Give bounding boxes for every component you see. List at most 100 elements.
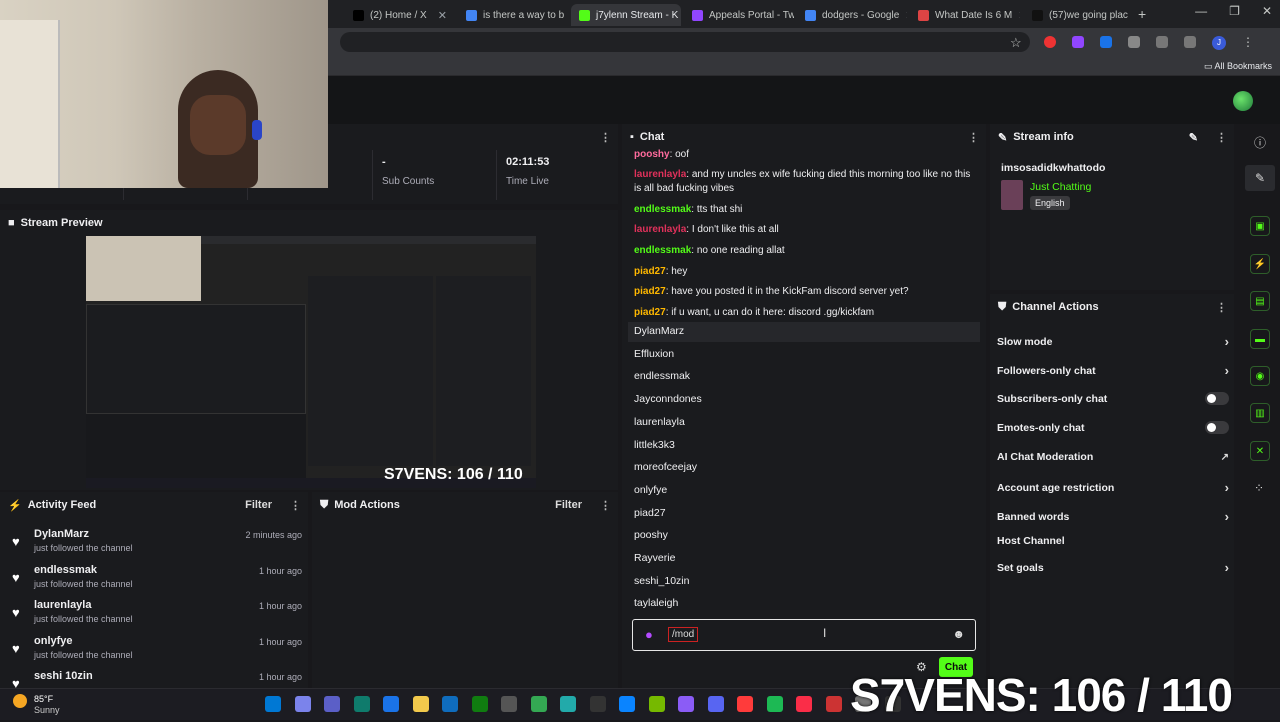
- channel-action-followers-only-chat[interactable]: Followers-only chat›: [997, 363, 1229, 378]
- mention-suggestion[interactable]: endlessmak: [634, 370, 690, 382]
- more-options-icon[interactable]: ⋮: [968, 131, 978, 144]
- discord-icon[interactable]: [708, 696, 724, 712]
- spotify-icon[interactable]: [767, 696, 783, 712]
- apps-icon[interactable]: ⁘: [1254, 481, 1264, 495]
- more-options-icon[interactable]: ⋮: [600, 499, 610, 512]
- bookmark-star-icon[interactable]: ☆: [1010, 35, 1022, 51]
- channel-action-emotes-only-chat[interactable]: Emotes-only chat: [997, 421, 1229, 434]
- extension-icon[interactable]: [1100, 36, 1112, 48]
- tab-close-icon[interactable]: ✕: [905, 9, 907, 22]
- all-bookmarks[interactable]: ▭ All Bookmarks: [1204, 61, 1272, 72]
- edge-icon[interactable]: [354, 696, 370, 712]
- more-options-icon[interactable]: ⋮: [290, 499, 300, 512]
- more-options-icon[interactable]: ⋮: [600, 131, 610, 144]
- app-icon[interactable]: [737, 696, 753, 712]
- more-options-icon[interactable]: ⋮: [1216, 131, 1226, 144]
- emoji-icon[interactable]: ☻: [952, 627, 965, 641]
- mention-suggestion[interactable]: seshi_10zin: [634, 575, 689, 587]
- outlook-icon[interactable]: [442, 696, 458, 712]
- toggle-switch[interactable]: [1205, 392, 1229, 405]
- stream-preview-video[interactable]: S7VENS: 106 / 110: [86, 236, 536, 488]
- extension-icon[interactable]: [1072, 36, 1084, 48]
- mention-suggestion[interactable]: taylaleigh: [634, 597, 678, 609]
- app-icon[interactable]: [590, 696, 606, 712]
- tools-icon[interactable]: ✕: [1250, 441, 1270, 461]
- category-name[interactable]: Just Chatting: [1030, 181, 1091, 193]
- chrome-icon[interactable]: [531, 696, 547, 712]
- mention-suggestion[interactable]: Effluxion: [634, 348, 674, 360]
- channel-action-ai-chat-moderation[interactable]: AI Chat Moderation↗: [997, 451, 1229, 463]
- reading-list-icon[interactable]: [1184, 36, 1196, 48]
- puzzle-icon[interactable]: [1128, 36, 1140, 48]
- mention-suggestion[interactable]: littlek3k3: [634, 439, 675, 451]
- channel-action-account-age-restriction[interactable]: Account age restriction›: [997, 480, 1229, 495]
- app-icon[interactable]: [678, 696, 694, 712]
- tab-close-icon[interactable]: ✕: [1018, 9, 1020, 22]
- edge-browser-icon[interactable]: [383, 696, 399, 712]
- chat-icon[interactable]: ▬: [1250, 329, 1270, 349]
- user-avatar[interactable]: [1233, 91, 1253, 111]
- channel-action-subscribers-only-chat[interactable]: Subscribers-only chat: [997, 392, 1229, 405]
- chat-username[interactable]: endlessmak: [634, 245, 691, 256]
- microphone-icon[interactable]: ●: [645, 627, 653, 642]
- file-explorer-icon[interactable]: [413, 696, 429, 712]
- edit-layout-icon[interactable]: ✎: [1245, 165, 1275, 191]
- mention-suggestion[interactable]: DylanMarz: [634, 325, 684, 337]
- activity-username[interactable]: endlessmak: [34, 564, 97, 576]
- toggle-switch[interactable]: [1205, 421, 1229, 434]
- activity-username[interactable]: DylanMarz: [34, 528, 89, 540]
- activity-filter-button[interactable]: Filter: [245, 499, 272, 511]
- browser-tab[interactable]: j7ylenn Stream - K✕: [571, 4, 681, 26]
- mention-suggestion[interactable]: pooshy: [634, 529, 668, 541]
- close-window-icon[interactable]: ✕: [1262, 4, 1272, 18]
- mention-suggestion[interactable]: laurenlayla: [634, 416, 685, 428]
- browser-tab[interactable]: Appeals Portal - Tw✕: [684, 4, 794, 26]
- activity-username[interactable]: seshi 10zin: [34, 670, 93, 682]
- browser-tab[interactable]: dodgers - Google✕: [797, 4, 907, 26]
- edit-icon[interactable]: ✎: [1189, 131, 1198, 144]
- app-icon[interactable]: [619, 696, 635, 712]
- mention-suggestion[interactable]: onlyfye: [634, 484, 667, 496]
- windows-start-icon[interactable]: [265, 696, 281, 712]
- app-icon[interactable]: [560, 696, 576, 712]
- browser-tab[interactable]: (57)we going plac✕: [1024, 4, 1134, 26]
- more-options-icon[interactable]: ⋮: [1216, 301, 1226, 314]
- new-tab-button[interactable]: +: [1138, 6, 1146, 22]
- chat-username[interactable]: piad27: [634, 266, 666, 277]
- chat-username[interactable]: laurenlayla: [634, 224, 686, 235]
- crop-icon[interactable]: ▣: [1250, 216, 1270, 236]
- app-icon[interactable]: [826, 696, 842, 712]
- browser-tab[interactable]: (2) Home / X✕: [345, 4, 455, 26]
- teams-icon[interactable]: [324, 696, 340, 712]
- music-icon[interactable]: [796, 696, 812, 712]
- document-icon[interactable]: ▤: [1250, 291, 1270, 311]
- channel-action-set-goals[interactable]: Set goals›: [997, 560, 1229, 575]
- channel-action-host-channel[interactable]: Host Channel: [997, 535, 1229, 547]
- address-bar[interactable]: [340, 32, 1030, 52]
- chat-username[interactable]: piad27: [634, 286, 666, 297]
- tab-close-icon[interactable]: ✕: [438, 9, 447, 22]
- mention-suggestion[interactable]: moreofceejay: [634, 461, 697, 473]
- xbox-icon[interactable]: [472, 696, 488, 712]
- mention-suggestion[interactable]: Jayconndones: [634, 393, 702, 405]
- browser-tab[interactable]: What Date Is 6 M✕: [910, 4, 1020, 26]
- chat-username[interactable]: endlessmak: [634, 204, 691, 215]
- chat-username[interactable]: laurenlayla: [634, 169, 686, 180]
- broadcast-icon[interactable]: ◉: [1250, 366, 1270, 386]
- store-icon[interactable]: [501, 696, 517, 712]
- chat-username[interactable]: piad27: [634, 307, 666, 318]
- layout-icon[interactable]: ▥: [1250, 403, 1270, 423]
- chat-username[interactable]: pooshy: [634, 149, 670, 160]
- activity-username[interactable]: onlyfye: [34, 635, 73, 647]
- nvidia-icon[interactable]: [649, 696, 665, 712]
- mention-suggestion[interactable]: Rayverie: [634, 552, 675, 564]
- info-icon[interactable]: ⓘ: [1254, 134, 1266, 151]
- menu-icon[interactable]: ⋮: [1242, 36, 1254, 50]
- sidepanel-icon[interactable]: [1156, 36, 1168, 48]
- mod-filter-button[interactable]: Filter: [555, 499, 582, 511]
- copilot-icon[interactable]: [295, 696, 311, 712]
- restore-icon[interactable]: ❐: [1229, 4, 1240, 18]
- extension-icon[interactable]: [1044, 36, 1056, 48]
- minimize-icon[interactable]: —: [1195, 4, 1207, 18]
- channel-action-slow-mode[interactable]: Slow mode›: [997, 334, 1229, 349]
